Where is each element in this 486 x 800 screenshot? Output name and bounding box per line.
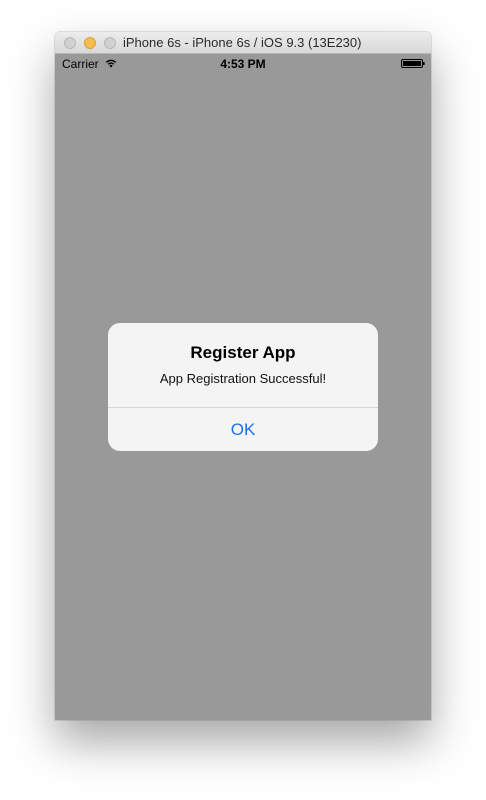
status-bar: Carrier 4:53 PM: [55, 54, 431, 74]
minimize-window-button[interactable]: [84, 37, 96, 49]
window-title: iPhone 6s - iPhone 6s / iOS 9.3 (13E230): [123, 35, 362, 50]
simulator-window: iPhone 6s - iPhone 6s / iOS 9.3 (13E230)…: [55, 32, 431, 720]
ok-button[interactable]: OK: [108, 408, 378, 451]
alert-dialog: Register App App Registration Successful…: [108, 323, 378, 451]
alert-title: Register App: [190, 343, 296, 362]
alert-message: App Registration Successful!: [159, 371, 327, 386]
device-screen: Carrier 4:53 PM Register App App Registr…: [55, 54, 431, 720]
window-titlebar[interactable]: iPhone 6s - iPhone 6s / iOS 9.3 (13E230): [55, 32, 431, 54]
status-time: 4:53 PM: [220, 57, 266, 71]
battery-icon: [401, 59, 425, 68]
close-window-button[interactable]: [64, 37, 76, 49]
zoom-window-button[interactable]: [104, 37, 116, 49]
